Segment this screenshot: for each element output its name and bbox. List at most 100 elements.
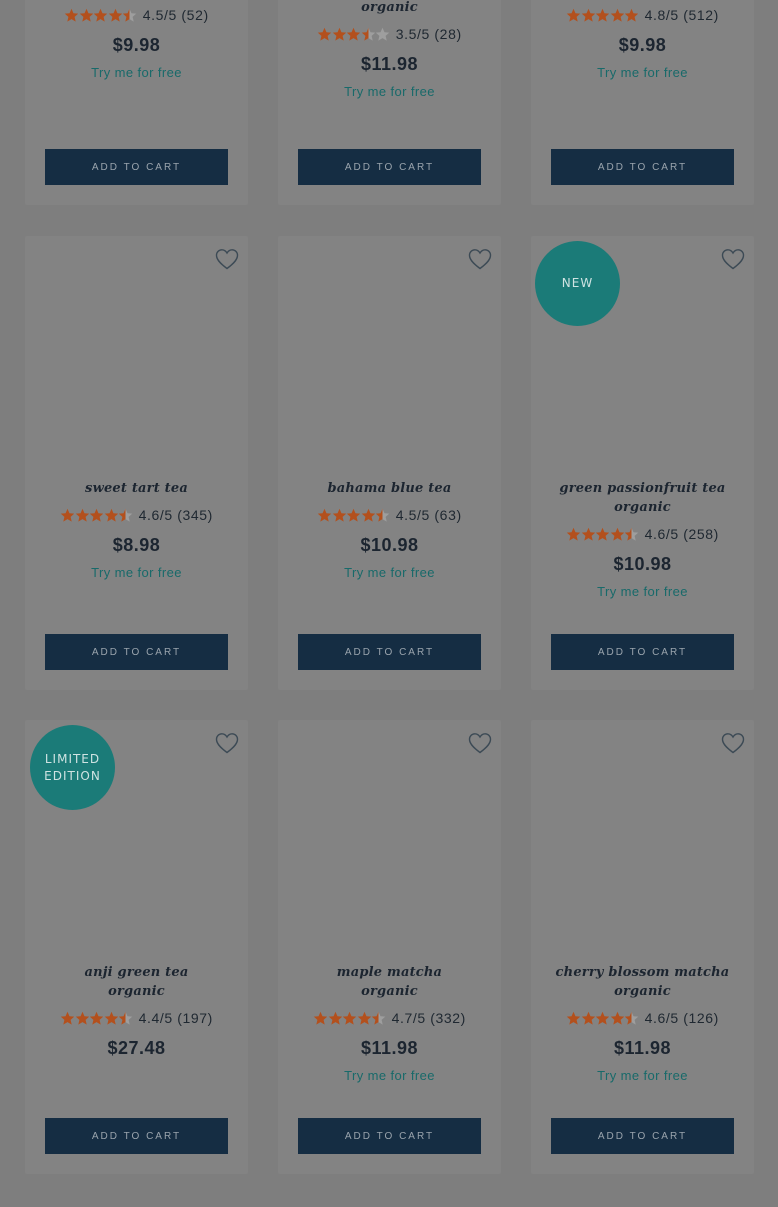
product-card[interactable]: sweet tart tea 4.6/5 (345) $8.98 Try me for… [25, 236, 248, 690]
star-icon [566, 1011, 581, 1025]
rating-score: 4.8/5 [644, 7, 679, 23]
product-name[interactable]: maple matcha [278, 963, 501, 982]
try-for-free-link[interactable]: Try me for free [531, 584, 754, 602]
product-name[interactable]: green passionfruit tea [531, 479, 754, 498]
star-icon [79, 8, 94, 22]
star-icon [342, 1011, 357, 1025]
rating-stars [60, 1011, 133, 1026]
review-count[interactable]: (512) [683, 7, 719, 23]
product-rating: 4.5/5 (63) [278, 505, 501, 525]
star-icon [318, 508, 332, 522]
add-to-cart-button[interactable]: ADD TO CART [551, 634, 734, 670]
wishlist-heart-icon[interactable] [468, 732, 492, 754]
add-to-cart-button[interactable]: ADD TO CART [45, 1118, 228, 1154]
try-for-free-link[interactable]: Try me for free [278, 565, 501, 583]
star-icon [75, 508, 89, 522]
rating-stars [317, 508, 390, 523]
star-icon [328, 1011, 342, 1025]
product-rating: 3.5/5 (28) [278, 24, 501, 44]
review-count[interactable]: (52) [181, 7, 208, 23]
product-card[interactable]: LIMITED EDITION anji green tea organic 4.4/… [25, 720, 248, 1174]
wishlist-heart-icon[interactable] [468, 248, 492, 270]
star-icon [595, 527, 610, 541]
star-icon [313, 1011, 328, 1025]
review-count[interactable]: (28) [434, 26, 461, 42]
review-count[interactable]: (345) [177, 507, 213, 523]
product-card[interactable]: bahama blue tea 4.5/5 (63) $10.98 Try me fo… [278, 236, 501, 690]
star-icon [347, 508, 361, 522]
wishlist-heart-icon[interactable] [721, 732, 745, 754]
product-rating: 4.4/5 (197) [25, 1008, 248, 1028]
star-icon [357, 1011, 371, 1025]
wishlist-heart-icon[interactable] [215, 732, 239, 754]
add-to-cart-button[interactable]: ADD TO CART [45, 149, 228, 185]
star-icon [376, 27, 390, 41]
product-rating: 4.6/5 (345) [25, 505, 248, 525]
product-organic-label: organic [614, 984, 671, 999]
wishlist-heart-icon[interactable] [721, 248, 745, 270]
review-count[interactable]: (332) [430, 1010, 466, 1026]
add-to-cart-button[interactable]: ADD TO CART [551, 149, 734, 185]
product-name[interactable]: anji green tea [25, 963, 248, 982]
product-price: $8.98 [112, 535, 161, 555]
add-to-cart-button[interactable]: ADD TO CART [298, 149, 481, 185]
review-count[interactable]: (63) [434, 507, 461, 523]
product-organic-label: organic [614, 500, 671, 515]
star-icon [118, 508, 133, 522]
star-icon [104, 508, 118, 522]
star-icon [581, 8, 595, 22]
rating-stars [60, 508, 133, 523]
star-icon [318, 27, 332, 41]
rating-score: 4.5/5 [142, 7, 177, 23]
product-card[interactable]: cherry blossom matcha organic 4.6/5 (126) $… [531, 720, 754, 1174]
product-badge: NEW [535, 241, 620, 326]
try-for-free-link[interactable]: Try me for free [531, 65, 754, 83]
try-for-free-link[interactable]: Try me for free [278, 84, 501, 102]
product-card[interactable]: maple matcha organic 4.7/5 (332) $11.98 Try … [278, 720, 501, 1174]
try-for-free-link[interactable]: Try me for free [25, 65, 248, 83]
rating-stars [313, 1011, 386, 1026]
review-count[interactable]: (126) [683, 1010, 719, 1026]
star-icon [624, 8, 639, 22]
product-rating: 4.6/5 (126) [531, 1008, 754, 1028]
product-name[interactable]: bahama blue tea [278, 479, 501, 498]
star-icon [566, 8, 581, 22]
product-name[interactable]: cherry blossom matcha [531, 963, 754, 982]
rating-stars [317, 27, 390, 42]
product-card[interactable]: NEW green passionfruit tea organic 4.6/5 (2… [531, 236, 754, 690]
product-organic-label: organic [361, 0, 418, 15]
star-icon [60, 1011, 75, 1025]
star-icon [89, 508, 104, 522]
review-count[interactable]: (258) [683, 526, 719, 542]
product-price: $10.98 [360, 535, 419, 555]
rating-score: 4.7/5 [391, 1010, 426, 1026]
product-price: $10.98 [613, 554, 672, 574]
try-for-free-link[interactable]: Try me for free [25, 565, 248, 583]
add-to-cart-button[interactable]: ADD TO CART [551, 1118, 734, 1154]
add-to-cart-button[interactable]: ADD TO CART [298, 1118, 481, 1154]
add-to-cart-button[interactable]: ADD TO CART [298, 634, 481, 670]
product-rating: 4.6/5 (258) [531, 524, 754, 544]
rating-score: 3.5/5 [395, 26, 430, 42]
wishlist-heart-icon[interactable] [215, 248, 239, 270]
product-rating: 4.8/5 (512) [531, 5, 754, 25]
product-organic-label: organic [108, 984, 165, 999]
rating-score: 4.5/5 [395, 507, 430, 523]
star-icon [610, 1011, 624, 1025]
product-card[interactable]: chocolate macaroon tea4.5/5 (52)$9.98Try… [25, 0, 248, 205]
add-to-cart-button[interactable]: ADD TO CART [45, 634, 228, 670]
product-card[interactable]: hibiscus splash tea4.8/5 (512)$9.98Try m… [531, 0, 754, 205]
star-icon [595, 8, 610, 22]
review-count[interactable]: (197) [177, 1010, 213, 1026]
product-name[interactable]: sweet tart tea [25, 479, 248, 498]
star-icon [610, 8, 624, 22]
star-icon [123, 8, 137, 22]
try-for-free-link[interactable]: Try me for free [278, 1068, 501, 1086]
product-price: $9.98 [618, 35, 667, 55]
product-card[interactable]: watermelon matchaorganic3.5/5 (28)$11.98… [278, 0, 501, 205]
rating-stars [566, 8, 639, 23]
product-price: $11.98 [613, 1038, 672, 1058]
star-icon [624, 527, 639, 541]
try-for-free-link[interactable]: Try me for free [531, 1068, 754, 1086]
star-icon [75, 1011, 89, 1025]
